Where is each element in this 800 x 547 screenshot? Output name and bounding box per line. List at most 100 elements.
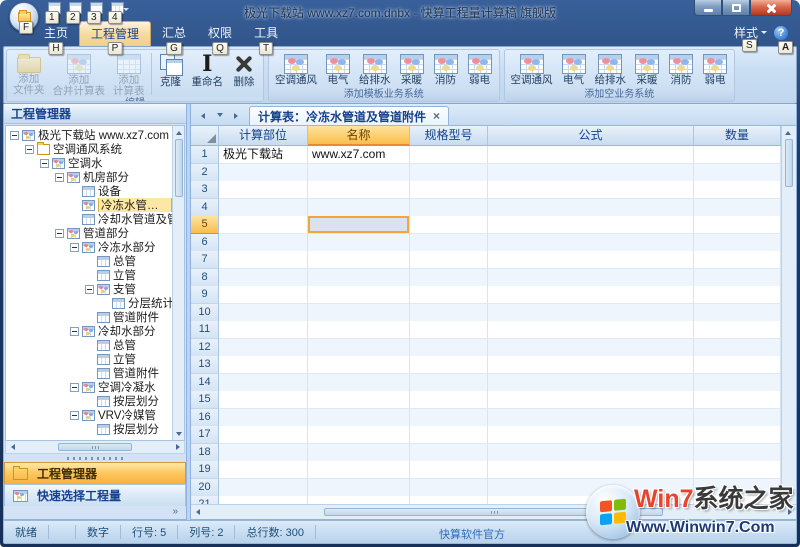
tree-item[interactable]: 冷却水部分 bbox=[6, 324, 172, 338]
grid-cell[interactable] bbox=[308, 444, 410, 462]
collapse-icon[interactable] bbox=[25, 145, 34, 154]
tree-item[interactable]: 空调通风系统 bbox=[6, 142, 172, 156]
grid-cell[interactable] bbox=[219, 391, 308, 409]
column-header-1[interactable]: 计算部位 bbox=[219, 126, 308, 146]
row-header-2[interactable]: 2 bbox=[191, 164, 219, 182]
scroll-down-icon[interactable] bbox=[782, 492, 794, 504]
add-sheet-button[interactable]: 添加计算表 bbox=[109, 51, 149, 97]
grid-cell[interactable] bbox=[219, 339, 308, 357]
ribbon-tab-3[interactable]: 汇总G bbox=[151, 21, 197, 46]
scrollbar-thumb[interactable] bbox=[175, 139, 183, 197]
grid-cell[interactable] bbox=[308, 216, 410, 234]
tree-item[interactable]: 分层统计 bbox=[6, 296, 172, 310]
grid-cell[interactable] bbox=[694, 216, 781, 234]
row-header-12[interactable]: 12 bbox=[191, 339, 219, 357]
grid-cell[interactable] bbox=[694, 234, 781, 252]
grid-cell[interactable] bbox=[308, 479, 410, 497]
grid-cell[interactable] bbox=[488, 374, 694, 392]
scroll-down-icon[interactable] bbox=[173, 428, 185, 440]
grid-cell[interactable] bbox=[488, 269, 694, 287]
template-plumbing-button[interactable]: 给排水 bbox=[355, 51, 395, 88]
grid-cell[interactable] bbox=[219, 234, 308, 252]
row-header-11[interactable]: 11 bbox=[191, 321, 219, 339]
grid-cell[interactable] bbox=[694, 251, 781, 269]
qat-button-1[interactable]: 1 bbox=[45, 1, 63, 19]
tree-item[interactable]: 管道部分 bbox=[6, 226, 172, 240]
template-hvac-button[interactable]: 空调通风 bbox=[271, 51, 321, 88]
tree-item[interactable]: 空调水 bbox=[6, 156, 172, 170]
minimize-button[interactable] bbox=[694, 0, 722, 16]
collapse-icon[interactable] bbox=[70, 383, 79, 392]
panel-button-2[interactable]: 快速选择工程量 bbox=[4, 484, 186, 506]
grid-cell[interactable] bbox=[308, 234, 410, 252]
grid-cell[interactable] bbox=[219, 164, 308, 182]
grid-cell[interactable] bbox=[308, 374, 410, 392]
grid-cell[interactable] bbox=[488, 426, 694, 444]
collapse-icon[interactable] bbox=[85, 285, 94, 294]
tree-item[interactable]: 管道附件 bbox=[6, 366, 172, 380]
grid-cell[interactable] bbox=[410, 321, 488, 339]
tree-item[interactable]: 立管 bbox=[6, 352, 172, 366]
grid-cell[interactable] bbox=[219, 461, 308, 479]
delete-button[interactable]: 删除 bbox=[227, 51, 261, 97]
column-header-2[interactable]: 名称 bbox=[308, 126, 410, 146]
add-folder-button[interactable]: 添加文件夹 bbox=[9, 51, 49, 97]
tab-scroll-left-button[interactable] bbox=[195, 108, 210, 123]
grid-cell[interactable] bbox=[694, 321, 781, 339]
row-header-14[interactable]: 14 bbox=[191, 374, 219, 392]
grid-cell[interactable] bbox=[694, 374, 781, 392]
tree-item[interactable]: 机房部分 bbox=[6, 170, 172, 184]
tree-item[interactable]: 管道附件 bbox=[6, 310, 172, 324]
grid-cell[interactable] bbox=[694, 269, 781, 287]
rename-button[interactable]: 重命名 bbox=[188, 51, 228, 97]
tree-item[interactable]: 总管 bbox=[6, 254, 172, 268]
grid-cell[interactable] bbox=[219, 374, 308, 392]
grid-cell[interactable] bbox=[219, 199, 308, 217]
grid-cell[interactable] bbox=[694, 339, 781, 357]
collapse-icon[interactable] bbox=[40, 159, 49, 168]
grid-horizontal-scrollbar[interactable] bbox=[191, 504, 796, 519]
template-fire-button[interactable]: 消防 bbox=[429, 51, 463, 88]
grid-cell[interactable] bbox=[308, 461, 410, 479]
grid-cell[interactable] bbox=[488, 234, 694, 252]
row-header-16[interactable]: 16 bbox=[191, 409, 219, 427]
empty-plumbing-button[interactable]: 给排水 bbox=[591, 51, 631, 88]
ribbon-tab-4[interactable]: 权限Q bbox=[197, 21, 243, 46]
collapse-icon[interactable] bbox=[10, 131, 19, 140]
collapse-icon[interactable] bbox=[55, 229, 64, 238]
panel-options-button[interactable]: » bbox=[4, 506, 186, 519]
grid-cell[interactable] bbox=[410, 356, 488, 374]
qat-customize-button[interactable] bbox=[121, 5, 131, 15]
grid-cell[interactable] bbox=[219, 356, 308, 374]
empty-hvac-button[interactable]: 空调通风 bbox=[507, 51, 557, 88]
tab-list-button[interactable] bbox=[212, 108, 227, 123]
app-menu-button[interactable]: F bbox=[9, 2, 39, 32]
help-button[interactable]: ? A bbox=[773, 25, 789, 41]
grid-cell[interactable] bbox=[410, 146, 488, 164]
grid-cell[interactable] bbox=[308, 496, 410, 504]
grid-cell[interactable] bbox=[308, 251, 410, 269]
tab-close-icon[interactable]: × bbox=[433, 110, 440, 122]
scroll-up-icon[interactable] bbox=[782, 126, 794, 138]
grid-cell[interactable] bbox=[219, 304, 308, 322]
grid-cell[interactable] bbox=[410, 216, 488, 234]
grid-cell[interactable] bbox=[488, 321, 694, 339]
grid-cell[interactable] bbox=[410, 391, 488, 409]
row-header-9[interactable]: 9 bbox=[191, 286, 219, 304]
grid-cell[interactable] bbox=[410, 479, 488, 497]
empty-lowvoltage-button[interactable]: 弱电 bbox=[698, 51, 732, 88]
template-heating-button[interactable]: 采暖 bbox=[395, 51, 429, 88]
grid-cell[interactable] bbox=[410, 181, 488, 199]
grid-cell[interactable] bbox=[694, 426, 781, 444]
tree-item[interactable]: 立管 bbox=[6, 268, 172, 282]
grid-cell[interactable] bbox=[410, 251, 488, 269]
scroll-left-icon[interactable] bbox=[6, 441, 18, 453]
grid-cell[interactable] bbox=[694, 286, 781, 304]
grid-cell[interactable] bbox=[219, 286, 308, 304]
grid-cell[interactable] bbox=[488, 164, 694, 182]
tree-item[interactable]: 总管 bbox=[6, 338, 172, 352]
tree-item[interactable]: 冷冻水部分 bbox=[6, 240, 172, 254]
grid-cell[interactable] bbox=[410, 164, 488, 182]
row-header-7[interactable]: 7 bbox=[191, 251, 219, 269]
row-header-6[interactable]: 6 bbox=[191, 234, 219, 252]
